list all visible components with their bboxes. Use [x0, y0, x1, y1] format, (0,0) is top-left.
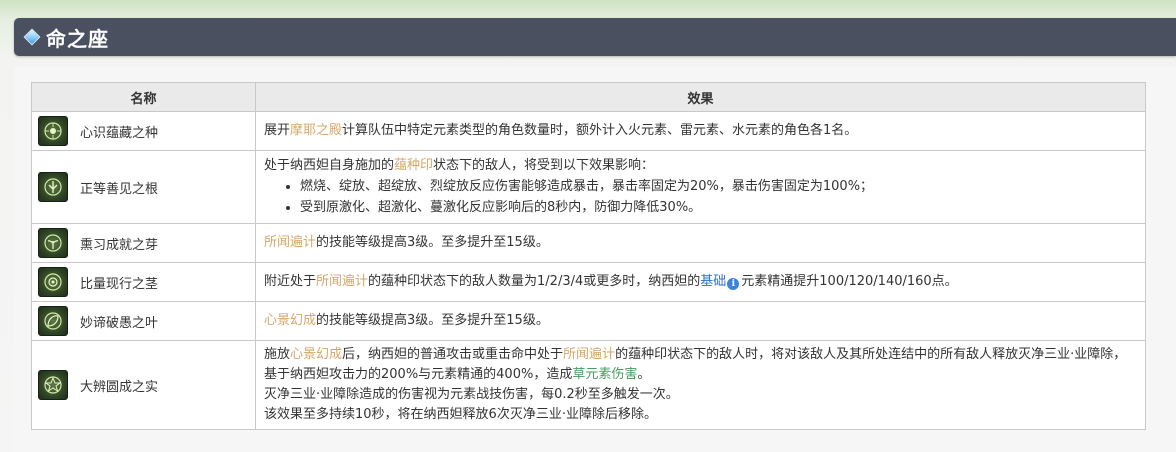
effect-paragraph: 灭净三业·业障除造成的伤害视为元素战技伤害，每0.2秒至多触发一次。 — [264, 387, 679, 402]
constellation-name: 妙谛破愚之叶 — [80, 315, 159, 331]
constellation-seed-icon[interactable] — [38, 116, 68, 146]
table-row: 妙谛破愚之叶 心景幻成的技能等级提高3级。至多提升至15级。 — [31, 301, 1146, 341]
constellation-name: 熏习成就之芽 — [80, 237, 159, 253]
constellation-fruit-icon[interactable] — [38, 370, 68, 400]
effect-text: 的技能等级提高3级。至多提升至15级。 — [316, 235, 549, 250]
column-header-effect: 效果 — [255, 82, 1146, 112]
table-row: 大辨圆成之实 施放心景幻成后，纳西妲的普通攻击或重击命中处于所闻遍计的蕴种印状态… — [31, 340, 1146, 430]
effect-link-illusory-heart[interactable]: 心景幻成 — [290, 347, 342, 362]
name-cell: 心识蕴藏之种 — [31, 111, 256, 151]
effect-link-all-schemes[interactable]: 所闻遍计 — [264, 235, 316, 250]
constellation-sprout-icon[interactable] — [38, 228, 68, 258]
constellation-name: 大辨圆成之实 — [80, 379, 159, 395]
dendro-damage-text: 草元素伤害 — [572, 367, 638, 382]
effect-text: 的技能等级提高3级。至多提升至15级。 — [316, 313, 549, 328]
name-cell: 正等善见之根 — [31, 150, 256, 224]
name-cell: 大辨圆成之实 — [31, 340, 256, 430]
list-item: 燃烧、绽放、超绽放、烈绽放反应伤害能够造成暴击，暴击率固定为20%，暴击伤害固定… — [300, 176, 1137, 197]
constellation-name: 正等善见之根 — [80, 181, 159, 197]
name-cell: 妙谛破愚之叶 — [31, 301, 256, 341]
effect-cell: 施放心景幻成后，纳西妲的普通攻击或重击命中处于所闻遍计的蕴种印状态下的敌人时，将… — [255, 340, 1146, 430]
section-header: 命之座 — [14, 18, 1176, 56]
column-header-name: 名称 — [31, 82, 256, 112]
table-row: 心识蕴藏之种 展开摩耶之殿计算队伍中特定元素类型的角色数量时，额外计入火元素、雷… — [31, 111, 1146, 151]
effect-cell: 附近处于所闻遍计的蕴种印状态下的敌人数量为1/2/3/4或更多时，纳西妲的基础 i… — [255, 262, 1146, 302]
constellation-table: 名称 效果 心识蕴藏之种 展开摩耶之殿计算队伍中特定元素类型的角色数量时，额外计… — [31, 82, 1146, 430]
info-icon[interactable]: i — [727, 278, 740, 290]
effect-cell: 所闻遍计的技能等级提高3级。至多提升至15级。 — [255, 223, 1146, 263]
effect-link-seed-of-skandha[interactable]: 蕴种印 — [394, 158, 433, 173]
section-title: 命之座 — [46, 26, 109, 51]
effect-text: 计算队伍中特定元素类型的角色数量时，额外计入火元素、雷元素、水元素的角色各1名。 — [342, 123, 858, 138]
constellation-name: 比量现行之茎 — [80, 276, 159, 292]
constellation-name: 心识蕴藏之种 — [80, 125, 159, 141]
constellation-leaf-icon[interactable] — [38, 306, 68, 336]
effect-cell: 心景幻成的技能等级提高3级。至多提升至15级。 — [255, 301, 1146, 341]
effect-text: 状态下的敌人，将受到以下效果影响： — [433, 158, 655, 173]
table-row: 熏习成就之芽 所闻遍计的技能等级提高3级。至多提升至15级。 — [31, 223, 1146, 263]
effect-link-maya-palace[interactable]: 摩耶之殿 — [290, 123, 342, 138]
effect-text: 施放 — [264, 347, 291, 362]
effect-text: 元素精通提升100/120/140/160点。 — [741, 274, 958, 289]
table-row: 比量现行之茎 附近处于所闻遍计的蕴种印状态下的敌人数量为1/2/3/4或更多时，… — [31, 262, 1146, 302]
effect-bullet-list: 燃烧、绽放、超绽放、烈绽放反应伤害能够造成暴击，暴击率固定为20%，暴击伤害固定… — [264, 176, 1137, 218]
table-header-row: 名称 效果 — [31, 82, 1146, 112]
name-cell: 比量现行之茎 — [31, 262, 256, 302]
effect-paragraph: 该效果至多持续10秒，将在纳西妲释放6次灭净三业·业障除后移除。 — [264, 407, 657, 422]
effect-link-all-schemes[interactable]: 所闻遍计 — [563, 347, 615, 362]
diamond-icon — [23, 28, 41, 46]
list-item: 受到原激化、超激化、蔓激化反应影响后的8秒内，防御力降低30%。 — [300, 197, 1137, 218]
name-cell: 熏习成就之芽 — [31, 223, 256, 263]
effect-link-all-schemes[interactable]: 所闻遍计 — [316, 274, 368, 289]
table-row: 正等善见之根 处于纳西妲自身施加的蕴种印状态下的敌人，将受到以下效果影响： 燃烧… — [31, 150, 1146, 224]
constellation-stem-icon[interactable] — [38, 267, 68, 297]
effect-link-base[interactable]: 基础 — [700, 274, 726, 289]
effect-text: 处于纳西妲自身施加的 — [264, 158, 395, 173]
effect-text: 。 — [637, 367, 651, 382]
effect-text: 展开 — [264, 123, 291, 138]
effect-cell: 展开摩耶之殿计算队伍中特定元素类型的角色数量时，额外计入火元素、雷元素、水元素的… — [255, 111, 1146, 151]
effect-cell: 处于纳西妲自身施加的蕴种印状态下的敌人，将受到以下效果影响： 燃烧、绽放、超绽放… — [255, 150, 1146, 224]
constellation-root-icon[interactable] — [38, 172, 68, 202]
effect-text: 的蕴种印状态下的敌人数量为1/2/3/4或更多时，纳西妲的 — [368, 274, 701, 289]
effect-link-illusory-heart[interactable]: 心景幻成 — [264, 313, 316, 328]
effect-text: 后，纳西妲的普通攻击或重击命中处于 — [342, 347, 564, 362]
effect-text: 附近处于 — [264, 274, 317, 289]
